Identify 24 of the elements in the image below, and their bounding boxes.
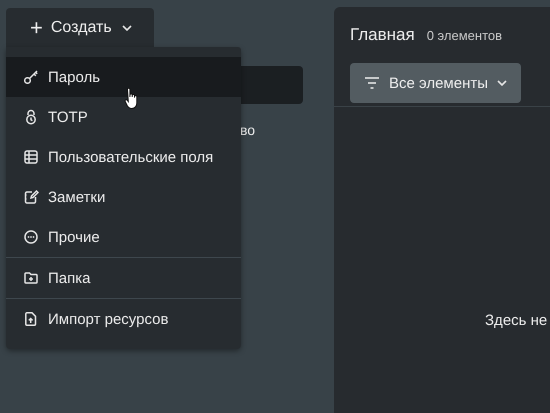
menu-item[interactable]: Пользовательские поля [6, 137, 241, 177]
menu-item[interactable]: Пароль [6, 57, 241, 97]
dots-circle-icon [23, 229, 39, 245]
key-icon [23, 69, 39, 85]
panel-title: Главная [350, 25, 415, 45]
filter-icon [364, 77, 380, 89]
empty-message: Здесь не [485, 312, 548, 329]
menu-item[interactable]: TOTP [6, 97, 241, 137]
sidebar-text: во [240, 122, 256, 138]
create-button[interactable]: + Создать [6, 8, 154, 48]
file-upload-icon [23, 311, 39, 327]
hand-cursor-icon [124, 88, 138, 110]
menu-item[interactable]: Импорт ресурсов [6, 299, 241, 339]
table-icon [23, 149, 39, 165]
chevron-down-icon [497, 80, 508, 86]
menu-item[interactable]: Заметки [6, 177, 241, 217]
note-icon [23, 189, 39, 205]
menu-item[interactable]: Папка [6, 258, 241, 298]
menu-item[interactable]: Прочие [6, 217, 241, 257]
chevron-down-icon [122, 25, 132, 31]
filter-dropdown[interactable]: Все элементы [350, 63, 522, 103]
folder-plus-icon [23, 270, 39, 286]
item-count: 0 элементов [426, 28, 502, 43]
lock-timer-icon [23, 109, 39, 125]
